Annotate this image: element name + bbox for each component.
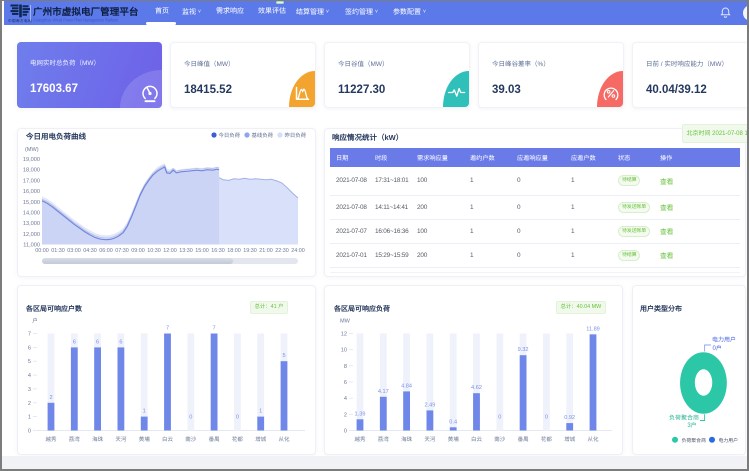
svg-text:2.49: 2.49: [424, 402, 435, 408]
svg-text:2: 2: [49, 395, 52, 401]
svg-text:7: 7: [166, 326, 169, 332]
svg-text:南沙: 南沙: [494, 436, 506, 443]
svg-text:4.17: 4.17: [378, 389, 389, 395]
svg-text:5: 5: [282, 353, 285, 359]
svg-text:越秀: 越秀: [354, 436, 366, 443]
svg-text:0: 0: [236, 415, 239, 421]
svg-text:6: 6: [119, 339, 122, 345]
svg-text:10: 10: [341, 348, 347, 354]
svg-text:3户: 3户: [687, 421, 696, 429]
svg-text:6: 6: [344, 380, 347, 386]
svg-text:增城: 增城: [564, 436, 576, 443]
svg-text:6: 6: [96, 339, 99, 345]
svg-text:0: 0: [189, 415, 192, 421]
svg-text:2: 2: [344, 412, 347, 418]
svg-text:负荷聚合商: 负荷聚合商: [682, 437, 707, 444]
svg-text:1: 1: [259, 409, 262, 415]
svg-text:番禺: 番禺: [518, 436, 529, 443]
svg-text:0.92: 0.92: [564, 415, 575, 421]
svg-text:从化: 从化: [587, 436, 599, 443]
svg-text:户: 户: [32, 318, 38, 325]
svg-text:0.4: 0.4: [449, 419, 457, 425]
svg-text:黄埔: 黄埔: [139, 436, 151, 443]
svg-text:1: 1: [28, 415, 31, 421]
svg-text:增城: 增城: [255, 436, 267, 443]
svg-text:0: 0: [498, 415, 501, 421]
svg-text:南沙: 南沙: [185, 436, 197, 443]
svg-text:8: 8: [344, 364, 347, 370]
svg-text:荔湾: 荔湾: [378, 436, 390, 443]
svg-text:7: 7: [28, 332, 31, 338]
svg-text:花都: 花都: [541, 436, 553, 443]
svg-text:3: 3: [28, 387, 31, 393]
svg-text:天河: 天河: [424, 436, 436, 443]
svg-text:从化: 从化: [278, 436, 290, 443]
svg-text:6: 6: [73, 339, 76, 345]
svg-text:白云: 白云: [471, 436, 483, 443]
svg-text:0: 0: [28, 429, 31, 435]
svg-text:7: 7: [213, 326, 216, 332]
svg-text:白云: 白云: [162, 436, 174, 443]
svg-text:天河: 天河: [115, 436, 127, 443]
svg-text:黄埔: 黄埔: [448, 436, 460, 443]
svg-text:荔湾: 荔湾: [69, 436, 81, 443]
svg-text:2: 2: [28, 401, 31, 407]
svg-text:电力用户: 电力用户: [719, 437, 739, 444]
svg-text:MW: MW: [340, 319, 351, 325]
svg-text:0: 0: [545, 415, 548, 421]
svg-text:4: 4: [344, 396, 347, 402]
svg-text:番禺: 番禺: [209, 436, 220, 443]
svg-text:电力用户: 电力用户: [712, 336, 736, 344]
svg-text:1.39: 1.39: [355, 411, 366, 417]
svg-text:海珠: 海珠: [401, 436, 413, 443]
svg-text:海珠: 海珠: [92, 436, 104, 443]
svg-text:越秀: 越秀: [45, 436, 57, 443]
svg-text:9.32: 9.32: [518, 347, 529, 353]
svg-text:1: 1: [143, 409, 146, 415]
svg-text:4: 4: [28, 373, 31, 379]
svg-text:负荷聚合商: 负荷聚合商: [669, 414, 699, 422]
svg-text:0: 0: [344, 429, 347, 435]
svg-text:11.89: 11.89: [586, 326, 600, 332]
svg-text:0户: 0户: [713, 344, 722, 352]
svg-text:4.62: 4.62: [471, 385, 482, 391]
svg-text:12: 12: [341, 332, 347, 338]
svg-text:6: 6: [28, 345, 31, 351]
svg-text:5: 5: [28, 359, 31, 365]
svg-text:4.84: 4.84: [401, 383, 412, 389]
svg-text:花都: 花都: [232, 436, 244, 443]
